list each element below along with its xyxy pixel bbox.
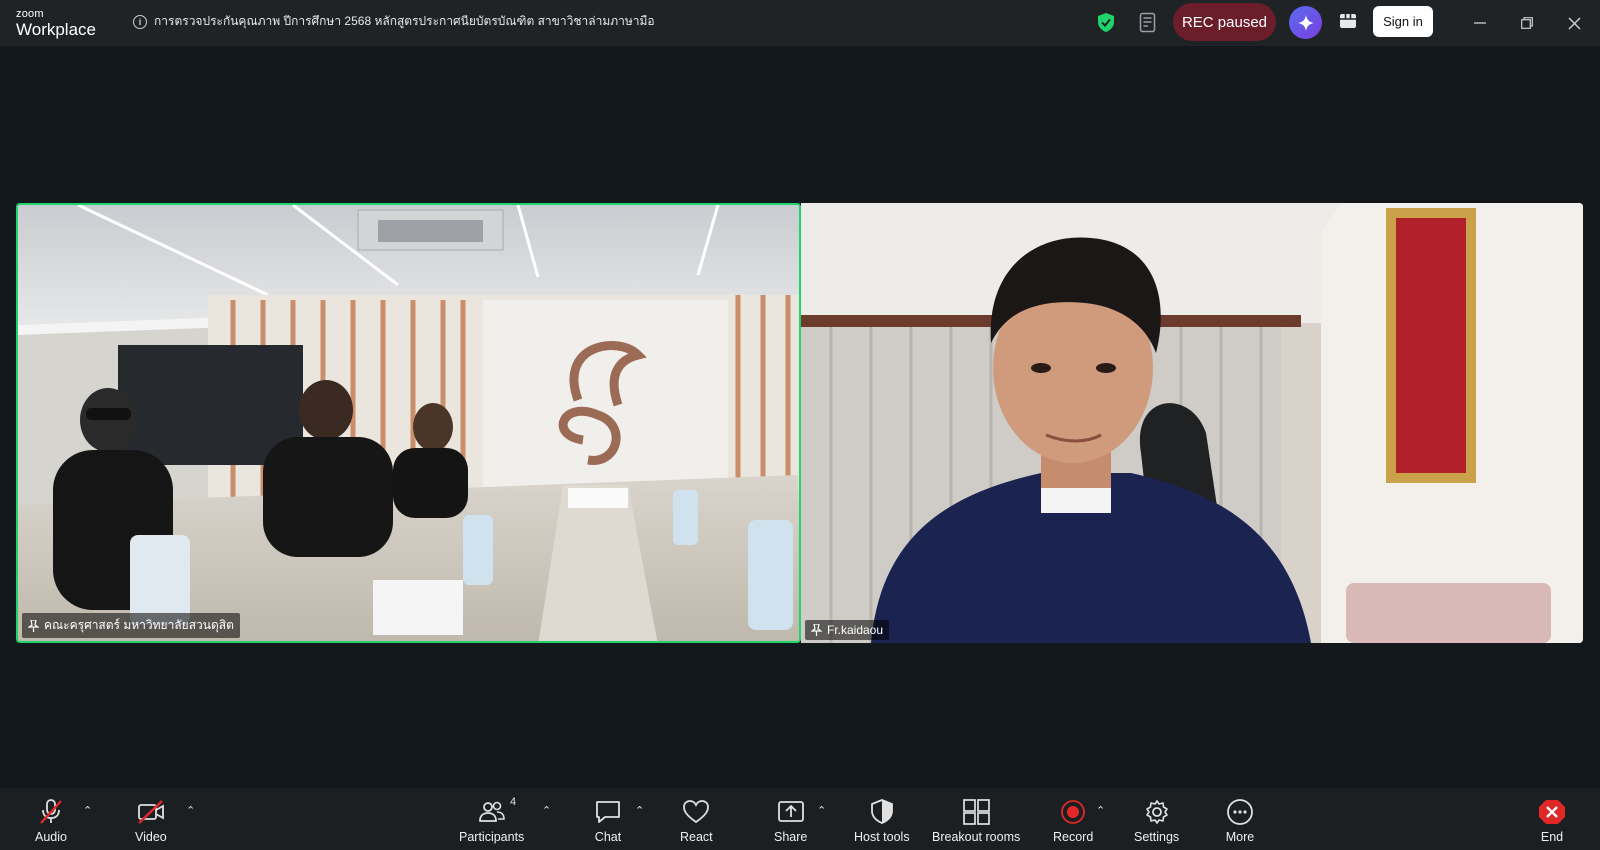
audio-button[interactable]: Audio xyxy=(35,798,67,844)
host-tools-button[interactable]: Host tools xyxy=(854,798,910,844)
record-button[interactable]: Record xyxy=(1053,798,1093,844)
chat-options-chevron-icon[interactable]: ⌃ xyxy=(635,804,644,817)
record-options-chevron-icon[interactable]: ⌃ xyxy=(1096,804,1105,817)
more-dots-icon xyxy=(1227,799,1253,825)
gear-icon xyxy=(1145,800,1168,824)
host-tools-label: Host tools xyxy=(854,830,910,844)
audio-label: Audio xyxy=(35,830,67,844)
react-button[interactable]: React xyxy=(680,798,713,844)
zoom-logo: zoom Workplace xyxy=(16,8,96,39)
heart-icon xyxy=(683,800,710,824)
video-button[interactable]: Video xyxy=(135,798,167,844)
person-video-feed xyxy=(801,203,1583,643)
end-label: End xyxy=(1540,830,1564,844)
record-icon xyxy=(1061,800,1086,824)
rec-paused-indicator[interactable]: REC paused xyxy=(1173,3,1276,41)
logo-zoom-text: zoom xyxy=(16,8,44,20)
info-icon[interactable]: i xyxy=(133,14,147,29)
logo-workplace-text: Workplace xyxy=(16,20,96,39)
share-options-chevron-icon[interactable]: ⌃ xyxy=(817,804,826,817)
participants-options-chevron-icon[interactable]: ⌃ xyxy=(542,804,551,817)
share-label: Share xyxy=(774,830,808,844)
settings-button[interactable]: Settings xyxy=(1134,798,1179,844)
meeting-title: การตรวจประกันคุณภาพ ปีการศึกษา 2568 หลัก… xyxy=(154,14,655,28)
breakout-grid-icon xyxy=(963,799,990,825)
record-label: Record xyxy=(1053,830,1094,844)
more-label: More xyxy=(1225,830,1255,844)
minimize-button[interactable] xyxy=(1467,10,1493,36)
chat-label: Chat xyxy=(594,830,622,844)
tile-name-tag: Fr.kaidaou xyxy=(805,620,890,640)
meeting-toolbar: Audio ⌃ Video ⌃ Participants 4 ⌃ Chat ⌃ … xyxy=(0,788,1600,850)
video-options-chevron-icon[interactable]: ⌃ xyxy=(186,804,195,817)
sign-in-button[interactable]: Sign in xyxy=(1373,6,1433,37)
share-button[interactable]: Share xyxy=(774,798,807,844)
pin-icon xyxy=(28,619,39,632)
participant-name-person: Fr.kaidaou xyxy=(827,623,884,637)
breakout-rooms-label: Breakout rooms xyxy=(932,830,1021,844)
participants-icon xyxy=(478,801,505,822)
breakout-rooms-button[interactable]: Breakout rooms xyxy=(932,798,1020,844)
chat-button[interactable]: Chat xyxy=(593,798,623,844)
encryption-shield-icon[interactable] xyxy=(1097,12,1115,33)
close-icon xyxy=(1568,17,1580,29)
participant-name-room: คณะครุศาสตร์ มหาวิทยาลัยสวนดุสิต xyxy=(44,618,234,632)
notes-icon[interactable] xyxy=(1139,12,1157,33)
close-window-button[interactable] xyxy=(1561,10,1587,36)
video-tile-room[interactable]: คณะครุศาสตร์ มหาวิทยาลัยสวนดุสิต xyxy=(16,203,801,643)
title-bar: zoom Workplace i การตรวจประกันคุณภาพ ปีก… xyxy=(0,0,1600,46)
video-label: Video xyxy=(135,830,167,844)
restore-button[interactable] xyxy=(1514,10,1540,36)
sparkle-icon xyxy=(1297,14,1314,31)
apps-icon[interactable] xyxy=(1339,12,1357,30)
video-tile-person[interactable]: Fr.kaidaou xyxy=(801,203,1583,643)
participants-count-badge: 4 xyxy=(510,796,517,808)
camera-off-icon xyxy=(137,800,164,824)
tile-name-tag: คณะครุศาสตร์ มหาวิทยาลัยสวนดุสิต xyxy=(22,613,240,638)
host-shield-icon xyxy=(870,799,893,824)
audio-options-chevron-icon[interactable]: ⌃ xyxy=(83,804,92,817)
meeting-info[interactable]: i การตรวจประกันคุณภาพ ปีการศึกษา 2568 หล… xyxy=(133,12,655,31)
ai-companion-button[interactable] xyxy=(1289,6,1322,39)
microphone-muted-icon xyxy=(40,799,62,824)
share-screen-icon xyxy=(777,801,804,822)
end-meeting-button[interactable]: End xyxy=(1537,798,1567,844)
room-video-feed xyxy=(18,205,799,641)
react-label: React xyxy=(680,830,713,844)
minimize-icon xyxy=(1474,22,1486,24)
restore-icon xyxy=(1521,17,1533,29)
chat-bubble-icon xyxy=(596,801,620,823)
participants-label: Participants xyxy=(459,830,525,844)
settings-label: Settings xyxy=(1134,830,1180,844)
end-call-icon xyxy=(1539,800,1565,824)
pin-icon xyxy=(811,624,822,636)
more-button[interactable]: More xyxy=(1225,798,1255,844)
